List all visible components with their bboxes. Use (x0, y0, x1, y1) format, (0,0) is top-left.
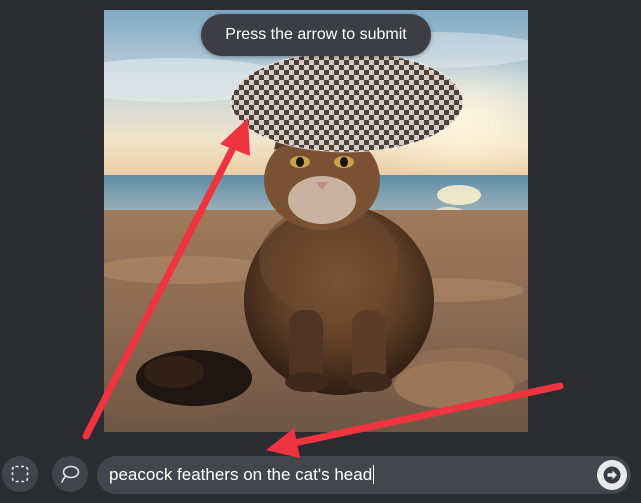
lasso-icon (61, 465, 80, 483)
text-caret (373, 465, 375, 484)
lasso-select-button[interactable] (52, 456, 88, 492)
arrow-right-icon (603, 466, 621, 484)
annotation-arrowhead-prompt (266, 428, 300, 458)
submit-button[interactable] (597, 460, 627, 490)
tooltip-text: Press the arrow to submit (225, 26, 407, 43)
rectangle-selection-icon (11, 465, 29, 483)
prompt-text: peacock feathers on the cat's head (109, 465, 373, 484)
app-canvas: Press the arrow to submit peacock feathe… (0, 0, 641, 503)
rectangle-select-button[interactable] (2, 456, 38, 492)
prompt-input[interactable]: peacock feathers on the cat's head (109, 456, 579, 494)
image-canvas[interactable] (104, 10, 528, 432)
prompt-bar: peacock feathers on the cat's head (97, 456, 631, 494)
submit-hint-tooltip: Press the arrow to submit (201, 14, 431, 56)
cat-on-beach-photo (104, 10, 528, 432)
